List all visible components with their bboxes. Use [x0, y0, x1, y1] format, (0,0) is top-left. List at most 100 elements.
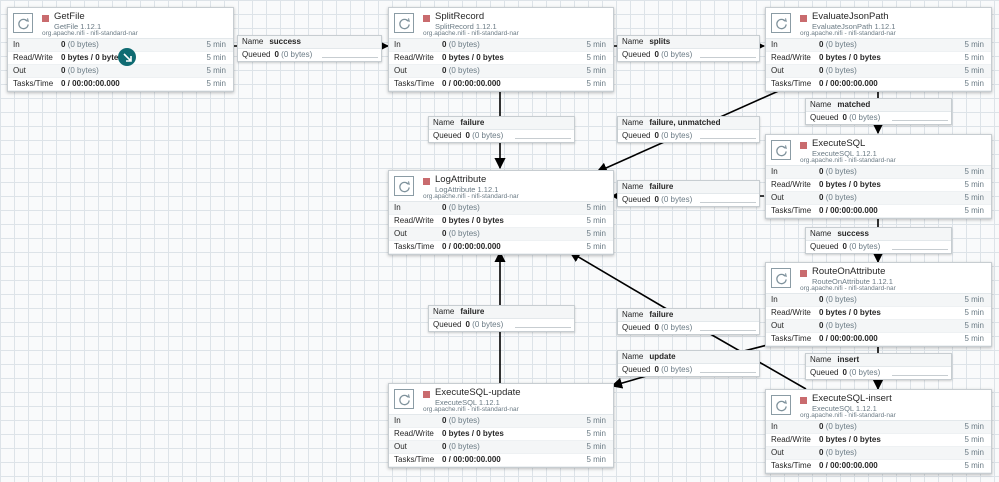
processor-splitrecord[interactable]: SplitRecord SplitRecord 1.12.1 org.apach…	[388, 7, 614, 92]
conn-name-value: matched	[837, 100, 871, 109]
conn-queued-key: Queued	[810, 242, 839, 251]
stat-tasks: 0 / 00:00:00.000	[442, 79, 501, 88]
stat-label-out: Out	[771, 448, 784, 457]
processor-refresh-icon	[771, 395, 791, 415]
stat-window: 5 min	[586, 79, 606, 88]
stat-label-in: In	[13, 40, 20, 49]
conn-name-value: failure	[460, 307, 485, 316]
conn-name-value: failure, unmatched	[649, 118, 721, 127]
stat-label-rw: Read/Write	[13, 53, 53, 62]
connection-label-insert[interactable]: Name insert Queued 0 (0 bytes)	[805, 353, 952, 380]
stopped-square-icon	[42, 15, 49, 22]
processor-routeonattribute[interactable]: RouteOnAttribute RouteOnAttribute 1.12.1…	[765, 262, 992, 347]
connection-label-failure-unmatched[interactable]: Name failure, unmatched Queued 0 (0 bytes)	[617, 116, 760, 143]
stat-rw: 0 bytes / 0 bytes	[819, 53, 881, 62]
connection-label-failure-executesql[interactable]: Name failure Queued 0 (0 bytes)	[617, 180, 760, 207]
processor-executesql-insert[interactable]: ExecuteSQL-insert ExecuteSQL 1.12.1 org.…	[765, 389, 992, 474]
stat-tasks: 0 / 00:00:00.000	[442, 455, 501, 464]
connection-label-splits[interactable]: Name splits Queued 0 (0 bytes)	[617, 35, 760, 62]
stat-in-count: 0	[819, 422, 824, 431]
stat-window: 5 min	[206, 79, 226, 88]
stat-label-in: In	[771, 422, 778, 431]
conn-queued-count: 0	[842, 242, 847, 251]
stat-out-count: 0	[61, 66, 66, 75]
processor-header: GetFile GetFile 1.12.1 org.apache.nifi -…	[8, 8, 233, 39]
processor-refresh-icon	[771, 268, 791, 288]
connection-label-failure-update[interactable]: Name failure Queued 0 (0 bytes)	[428, 305, 575, 332]
stat-label-tasks: Tasks/Time	[394, 455, 435, 464]
move-arrow-icon[interactable]	[118, 48, 136, 66]
stat-window: 5 min	[586, 203, 606, 212]
stat-label-rw: Read/Write	[771, 180, 811, 189]
conn-queued-bytes: (0 bytes)	[661, 323, 693, 332]
conn-name-value: failure	[649, 182, 674, 191]
queue-progress-bar	[700, 330, 756, 331]
processor-evaluatejsonpath[interactable]: EvaluateJsonPath EvaluateJsonPath 1.12.1…	[765, 7, 992, 92]
stopped-square-icon	[423, 178, 430, 185]
stat-label-rw: Read/Write	[771, 53, 811, 62]
processor-executesql-update[interactable]: ExecuteSQL-update ExecuteSQL 1.12.1 org.…	[388, 383, 614, 468]
processor-bundle: org.apache.nifi - nifi-standard-nar	[423, 406, 519, 413]
stat-tasks: 0 / 00:00:00.000	[819, 206, 878, 215]
queue-progress-bar	[515, 327, 571, 328]
stopped-square-icon	[423, 391, 430, 398]
connection-label-failure-insert[interactable]: Name failure Queued 0 (0 bytes)	[617, 308, 760, 335]
stat-window: 5 min	[964, 193, 984, 202]
conn-queued-count: 0	[654, 323, 659, 332]
connection-label-success-executesql[interactable]: Name success Queued 0 (0 bytes)	[805, 227, 952, 254]
conn-name-value: success	[837, 229, 869, 238]
stat-rw: 0 bytes / 0 bytes	[61, 53, 123, 62]
queue-progress-bar	[700, 57, 756, 58]
conn-queued-bytes: (0 bytes)	[472, 320, 504, 329]
processor-refresh-icon	[394, 176, 414, 196]
conn-queued-count: 0	[465, 320, 470, 329]
conn-queued-count: 0	[274, 50, 279, 59]
conn-name-key: Name	[622, 37, 644, 46]
conn-queued-key: Queued	[810, 368, 839, 377]
stat-window: 5 min	[964, 321, 984, 330]
stat-rw: 0 bytes / 0 bytes	[442, 216, 504, 225]
stat-in-bytes: (0 bytes)	[448, 40, 480, 49]
stat-label-rw: Read/Write	[771, 435, 811, 444]
conn-queued-key: Queued	[622, 50, 651, 59]
conn-queued-count: 0	[842, 113, 847, 122]
stat-label-tasks: Tasks/Time	[13, 79, 54, 88]
conn-queued-key: Queued	[622, 131, 651, 140]
processor-getfile[interactable]: GetFile GetFile 1.12.1 org.apache.nifi -…	[7, 7, 234, 92]
stat-window: 5 min	[964, 422, 984, 431]
processor-bundle: org.apache.nifi - nifi-standard-nar	[423, 193, 519, 200]
conn-name-key: Name	[242, 37, 264, 46]
stat-in-bytes: (0 bytes)	[67, 40, 99, 49]
stat-out-bytes: (0 bytes)	[448, 229, 480, 238]
stat-tasks: 0 / 00:00:00.000	[442, 242, 501, 251]
conn-queued-bytes: (0 bytes)	[472, 131, 504, 140]
connection-label-success-getfile[interactable]: Name success Queued 0 (0 bytes)	[237, 35, 382, 62]
processor-name: ExecuteSQL-insert	[812, 393, 892, 404]
stopped-square-icon	[800, 142, 807, 149]
stat-label-out: Out	[771, 321, 784, 330]
conn-queued-bytes: (0 bytes)	[849, 368, 881, 377]
stat-in-bytes: (0 bytes)	[825, 40, 857, 49]
conn-name-key: Name	[622, 352, 644, 361]
conn-queued-count: 0	[654, 50, 659, 59]
connection-label-update[interactable]: Name update Queued 0 (0 bytes)	[617, 350, 760, 377]
processor-executesql[interactable]: ExecuteSQL ExecuteSQL 1.12.1 org.apache.…	[765, 134, 992, 219]
stat-label-rw: Read/Write	[394, 216, 434, 225]
stat-window: 5 min	[964, 66, 984, 75]
stat-rw: 0 bytes / 0 bytes	[442, 53, 504, 62]
stat-in-count: 0	[442, 416, 447, 425]
conn-queued-bytes: (0 bytes)	[661, 131, 693, 140]
stat-out-count: 0	[819, 193, 824, 202]
stat-window: 5 min	[964, 79, 984, 88]
stat-out-count: 0	[442, 442, 447, 451]
stat-in-count: 0	[819, 40, 824, 49]
connection-label-matched[interactable]: Name matched Queued 0 (0 bytes)	[805, 98, 952, 125]
connection-label-failure-splitrecord[interactable]: Name failure Queued 0 (0 bytes)	[428, 116, 575, 143]
stat-rw: 0 bytes / 0 bytes	[442, 429, 504, 438]
conn-queued-count: 0	[842, 368, 847, 377]
processor-header: LogAttribute LogAttribute 1.12.1 org.apa…	[389, 171, 613, 202]
processor-logattribute[interactable]: LogAttribute LogAttribute 1.12.1 org.apa…	[388, 170, 614, 255]
processor-refresh-icon	[13, 13, 33, 33]
stat-window: 5 min	[964, 53, 984, 62]
processor-name: SplitRecord	[435, 11, 485, 22]
